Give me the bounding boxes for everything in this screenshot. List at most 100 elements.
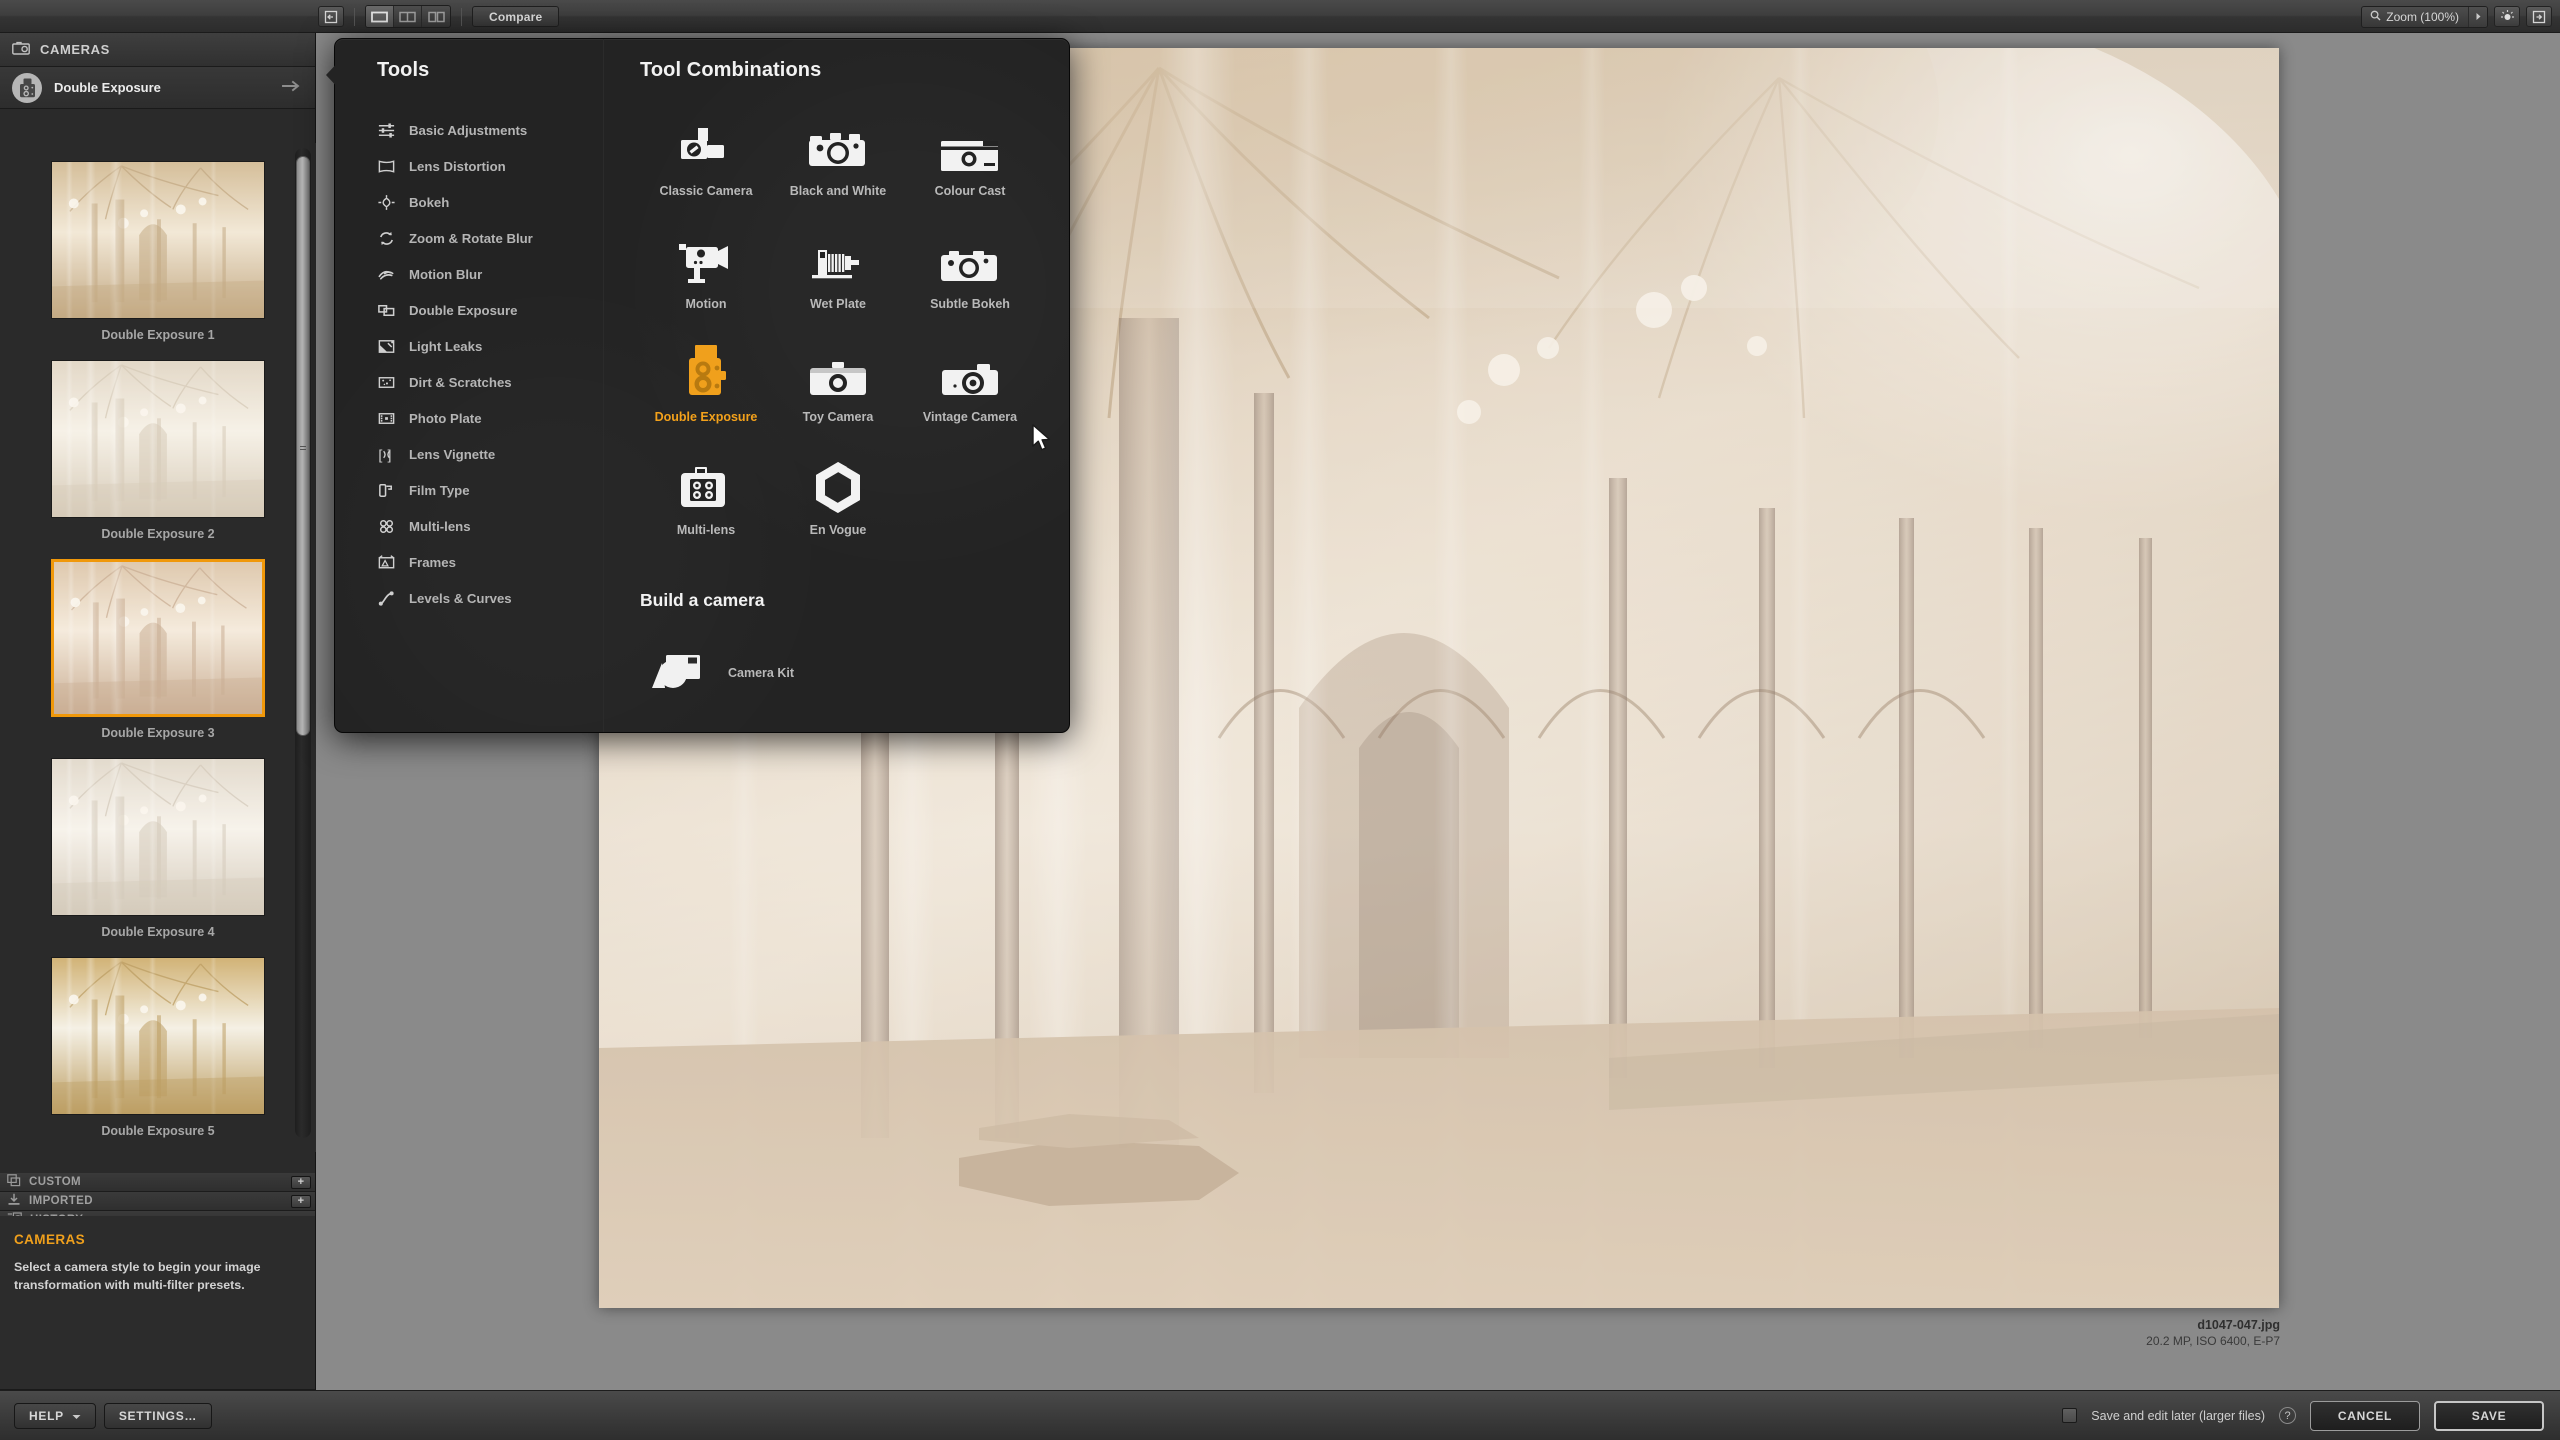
left-sidebar: CAMERAS Double Exposure Double Exposure … (0, 33, 316, 1440)
preset-name: Double Exposure (54, 80, 282, 95)
combination-motion[interactable]: Motion (640, 219, 772, 332)
tool-item-lens-vignette[interactable]: []Lens Vignette (377, 436, 603, 472)
film-canister-icon (377, 481, 396, 500)
thumbnail-item[interactable]: Double Exposure 4 (0, 748, 316, 947)
sidebar-section-imported[interactable]: IMPORTED+ (0, 1192, 315, 1211)
thumbnail-preview[interactable] (51, 957, 265, 1115)
combination-vintage-camera[interactable]: Vintage Camera (904, 332, 1036, 445)
tool-item-levels-curves[interactable]: Levels & Curves (377, 580, 603, 616)
compare-button[interactable]: Compare (472, 6, 559, 27)
tools-popup[interactable]: Tools Basic AdjustmentsLens DistortionBo… (334, 38, 1070, 733)
build-a-camera-heading: Build a camera (640, 590, 1069, 611)
tools-list[interactable]: Basic Adjustments Lens Distortion BokehZoo… (377, 112, 603, 616)
arrow-right-icon[interactable] (282, 79, 301, 97)
camera-icon (12, 41, 30, 58)
tool-item-film-type[interactable]: Film Type (377, 472, 603, 508)
combination-colour-cast[interactable]: Colour Cast (904, 106, 1036, 219)
help-button[interactable]: HELP (14, 1403, 96, 1429)
add-custom-button[interactable]: + (291, 1176, 311, 1189)
thumbnail-item[interactable]: Double Exposure 5 (0, 947, 316, 1146)
thumbnail-preview[interactable] (51, 559, 265, 717)
combination-multi-lens[interactable]: Multi-lens (640, 445, 772, 558)
settings-button[interactable]: SETTINGS… (104, 1403, 212, 1429)
export-icon[interactable] (2526, 6, 2552, 27)
vignette-brackets-icon: [] (377, 445, 396, 464)
dual-pane-icon[interactable] (422, 6, 450, 27)
sidebar-section-custom[interactable]: CUSTOM+ (0, 1173, 315, 1192)
combination-double-exposure[interactable]: Double Exposure (640, 332, 772, 445)
bokeh-icon (377, 193, 396, 212)
zoom-control[interactable]: Zoom (100%) (2361, 6, 2488, 28)
thumbnail-scrollbar[interactable] (295, 148, 311, 1138)
thumbnail-item[interactable]: Double Exposure 1 (0, 151, 316, 350)
tool-item-motion-blur[interactable]: Motion Blur (377, 256, 603, 292)
tool-item-double-exposure[interactable]: Double Exposure (377, 292, 603, 328)
zoom-dropdown-button[interactable] (2468, 6, 2487, 28)
dirt-speckle-icon (377, 373, 396, 392)
tool-label: Dirt & Scratches (409, 375, 512, 390)
current-preset-row[interactable]: Double Exposure (0, 67, 315, 109)
tool-label: Lens Distortion (409, 159, 506, 174)
tool-item-frames[interactable]: Frames (377, 544, 603, 580)
tool-item-bokeh[interactable]: Bokeh (377, 184, 603, 220)
combination-wet-plate[interactable]: Wet Plate (772, 219, 904, 332)
question-circle-icon[interactable]: ? (2279, 1407, 2296, 1424)
tool-combinations-grid[interactable]: Classic Camera Black and White Colour Cast… (640, 106, 1069, 558)
toy-camera-icon (807, 340, 869, 402)
add-imported-button[interactable]: + (291, 1195, 311, 1208)
preset-thumbnail-list[interactable]: Double Exposure 1 Double Exposure 2 Double… (0, 143, 316, 1152)
tool-item-basic-adjustments[interactable]: Basic Adjustments (377, 112, 603, 148)
combination-toy-camera[interactable]: Toy Camera (772, 332, 904, 445)
rotate-arrows-icon (377, 229, 396, 248)
help-button-label: HELP (29, 1409, 64, 1423)
thumbnail-label: Double Exposure 5 (101, 1124, 214, 1138)
thumbnail-item[interactable]: Double Exposure 2 (0, 350, 316, 549)
classic-camera-icon (675, 114, 737, 176)
tlr-camera-icon (682, 340, 730, 402)
thumbnail-item[interactable]: Double Exposure 3 (0, 549, 316, 748)
combination-classic-camera[interactable]: Classic Camera (640, 106, 772, 219)
import-icon[interactable] (318, 6, 344, 27)
thumbnail-label: Double Exposure 3 (101, 726, 214, 740)
instant-help-panel: CAMERAS Select a camera style to begin y… (0, 1216, 315, 1390)
tool-item-light-leaks[interactable]: Light Leaks (377, 328, 603, 364)
save-and-edit-later-checkbox[interactable] (2062, 1408, 2077, 1423)
copy-icon (7, 1174, 21, 1190)
combination-label: Colour Cast (935, 184, 1006, 198)
motion-streak-icon (377, 265, 396, 284)
tool-label: Multi-lens (409, 519, 471, 534)
combination-subtle-bokeh[interactable]: Subtle Bokeh (904, 219, 1036, 332)
combination-label: Classic Camera (659, 184, 752, 198)
thumbnail-label: Double Exposure 2 (101, 527, 214, 541)
tool-item-multi-lens[interactable]: Multi-lens (377, 508, 603, 544)
save-button[interactable]: SAVE (2434, 1401, 2544, 1431)
tool-label: Motion Blur (409, 267, 482, 282)
tool-item-lens-distortion[interactable]: Lens Distortion (377, 148, 603, 184)
tool-item-photo-plate[interactable]: Photo Plate (377, 400, 603, 436)
cancel-button[interactable]: CANCEL (2310, 1401, 2420, 1431)
thumbnail-label: Double Exposure 1 (101, 328, 214, 342)
view-mode-group (365, 5, 451, 28)
instant-help-title: CAMERAS (14, 1232, 301, 1247)
aperture-icon (810, 453, 866, 515)
combination-en-vogue[interactable]: En Vogue (772, 445, 904, 558)
image-metadata: d1047-047.jpg 20.2 MP, ISO 6400, E-P7 (2146, 1318, 2280, 1348)
tool-label: Light Leaks (409, 339, 482, 354)
top-toolbar: Compare Zoom (100%) (0, 0, 2560, 33)
combination-label: Motion (686, 297, 727, 311)
multilens-camera-icon (675, 453, 737, 515)
split-pane-icon[interactable] (394, 6, 422, 27)
lightbulb-icon[interactable] (2494, 6, 2520, 27)
combination-black-and-white[interactable]: Black and White (772, 106, 904, 219)
tool-item-zoom-rotate-blur[interactable]: Zoom & Rotate Blur (377, 220, 603, 256)
camera-kit-label: Camera Kit (728, 666, 794, 680)
thumbnail-preview[interactable] (51, 161, 265, 319)
light-leak-icon (377, 337, 396, 356)
scrollbar-handle[interactable] (296, 156, 310, 736)
camera-kit-item[interactable]: Camera Kit (640, 649, 1069, 696)
thumbnail-preview[interactable] (51, 360, 265, 518)
single-pane-icon[interactable] (366, 6, 394, 27)
thumbnail-preview[interactable] (51, 758, 265, 916)
tool-item-dirt-scratches[interactable]: Dirt & Scratches (377, 364, 603, 400)
combination-label: Toy Camera (803, 410, 874, 424)
